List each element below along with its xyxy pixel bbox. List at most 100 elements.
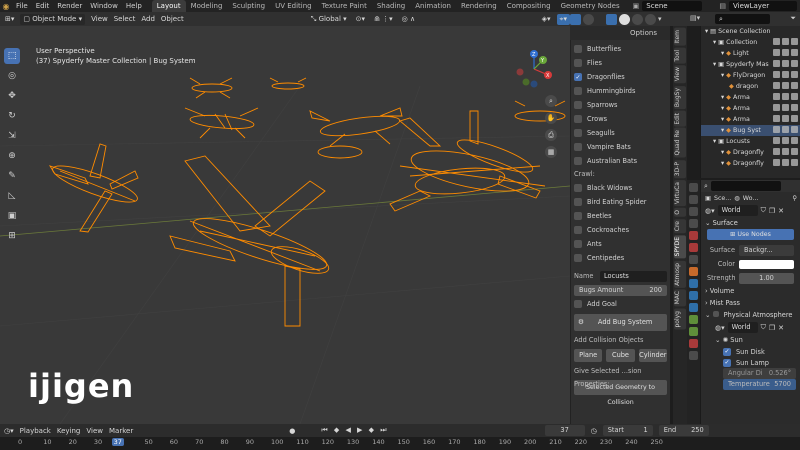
world-tab-icon[interactable] [689,243,698,252]
fly-item-row[interactable]: Vampire Bats [574,140,667,154]
camera-render-icon[interactable] [791,148,798,155]
eye-icon[interactable] [782,115,789,122]
temperature-field[interactable]: Temperature 5700 [723,379,796,390]
view-layer-selector[interactable]: ViewLayer [729,1,797,11]
outliner-row[interactable]: ▾ ▣ Locusts [701,136,800,147]
atmo-fake-user-icon[interactable]: ⛉ [761,323,766,332]
rotate-icon[interactable]: ↻ [4,108,20,124]
timeline-menu-view[interactable]: View [86,427,103,435]
exclude-checkbox-icon[interactable] [773,60,780,67]
material-tab-icon[interactable] [689,339,698,348]
viewport-menu-select[interactable]: Select [111,14,139,25]
surface-shader-field[interactable]: Backgr... [739,244,794,256]
visibility-toggles[interactable] [773,49,798,56]
visibility-toggles[interactable] [773,159,798,166]
eye-icon[interactable] [782,104,789,111]
visibility-toggles[interactable] [773,148,798,155]
texture-tab-icon[interactable] [689,351,698,360]
end-frame-field[interactable]: End 250 [658,425,709,436]
view-layer-tab-icon[interactable] [689,219,698,228]
zoom-icon[interactable]: ⌕ [545,95,557,107]
crawl-item-row[interactable]: Cockroaches [574,223,667,237]
crawl-item-row[interactable]: Ants [574,237,667,251]
volume-panel-header[interactable]: › Volume [701,285,800,297]
sun-lamp-checkbox[interactable]: ✓ [723,358,731,367]
physics-tab-icon[interactable] [689,303,698,312]
editor-type-icon[interactable]: ⊞▾ [2,14,17,25]
world-name-field[interactable]: World [717,205,758,216]
crawl-item-checkbox[interactable] [574,184,582,192]
pin-icon[interactable]: ⚲ [792,195,800,202]
menu-render[interactable]: Render [53,0,86,12]
sidepanel-tab-atmosp[interactable]: Atmosp [674,260,686,288]
eye-icon[interactable] [782,93,789,100]
eye-icon[interactable] [782,126,789,133]
outliner-row[interactable]: ▾ ◆ Bug Syst [701,125,800,136]
outliner-row[interactable]: ▾ ◆ Arma [701,114,800,125]
exclude-checkbox-icon[interactable] [773,126,780,133]
timeline-menu-playback[interactable]: Playback [20,427,51,435]
outliner-row[interactable]: ▾ ◆ Arma [701,92,800,103]
collision-cube-button[interactable]: Cube [606,349,635,362]
duplicate-icon[interactable]: ❐ [769,207,775,215]
visibility-toggles[interactable] [773,93,798,100]
bugs-amount-field[interactable]: Bugs Amount 200 [574,284,667,296]
camera-render-icon[interactable] [791,93,798,100]
exclude-checkbox-icon[interactable] [773,82,780,89]
workspace-tab-sculpting[interactable]: Sculpting [227,0,270,12]
sidepanel-tab-o[interactable]: O [674,208,686,217]
navigation-gizmo[interactable]: Z X Y [513,48,555,90]
strength-field[interactable]: 1.00 [739,272,794,284]
overlay-toggle-icon[interactable] [570,13,581,25]
workspace-tab-texture-paint[interactable]: Texture Paint [317,0,372,12]
sidepanel-tab-edit[interactable]: Edit [674,110,686,127]
workspace-tab-shading[interactable]: Shading [372,0,410,12]
fly-item-row[interactable]: Australian Bats [574,154,667,168]
move-icon[interactable]: ✥ [4,88,20,104]
selected-geometry-button[interactable]: Selected Geometry to Collision [574,380,667,406]
outliner-row[interactable]: ▾ ▣ Collection [701,37,800,48]
xray-toggle-icon[interactable] [583,13,594,25]
crawl-item-checkbox[interactable] [574,212,582,220]
visibility-toggles[interactable] [773,126,798,133]
camera-render-icon[interactable] [791,126,798,133]
crawl-item-row[interactable]: Centipedes [574,251,667,265]
camera-render-icon[interactable] [791,159,798,166]
angular-field[interactable]: Angular Di 0.526° [723,368,796,379]
eye-icon[interactable] [782,137,789,144]
crawl-item-checkbox[interactable] [574,240,582,248]
3d-viewport[interactable] [0,26,570,424]
camera-render-icon[interactable] [791,38,798,45]
camera-render-icon[interactable] [791,49,798,56]
physical-atmosphere-header[interactable]: ⌄ Physical Atmosphere [701,309,800,321]
timeline-menu-marker[interactable]: Marker [109,427,133,435]
add-goal-checkbox[interactable] [574,300,582,308]
fly-item-row[interactable]: Sparrows [574,98,667,112]
color-swatch[interactable] [739,259,794,269]
add-goal-row[interactable]: Add Goal [574,297,667,311]
cursor-icon[interactable]: ◎ [4,68,20,84]
sidepanel-tab-cre[interactable]: Cre [674,218,686,234]
sidepanel-tab-item[interactable]: Item [674,28,686,46]
scene-tab-icon[interactable] [689,231,698,240]
crawl-item-checkbox[interactable] [574,254,582,262]
sidepanel-tab-bugsy[interactable]: BugSy [674,85,686,109]
properties-search[interactable] [710,181,781,191]
menu-help[interactable]: Help [122,0,146,12]
fake-user-icon[interactable]: ⛉ [761,206,766,215]
fly-item-row[interactable]: ✓ Dragonflies [574,70,667,84]
eye-icon[interactable] [782,38,789,45]
outliner-row[interactable]: ▾ ◆ FlyDragon [701,70,800,81]
visibility-icon[interactable]: ◈▾ [539,14,554,25]
fly-item-checkbox[interactable] [574,59,582,67]
outliner-row[interactable]: ▾ ◆ Dragonfly [701,158,800,169]
visibility-toggles[interactable] [773,104,798,111]
visibility-toggles[interactable] [773,71,798,78]
transform-orientation[interactable]: ⤡ Global ▾ [308,14,350,25]
options-label[interactable]: Options [630,29,657,37]
eye-icon[interactable] [782,49,789,56]
sidepanel-tab-spyde[interactable]: SPYDE [674,235,686,259]
exclude-checkbox-icon[interactable] [773,104,780,111]
sun-disk-checkbox[interactable]: ✓ [723,347,731,356]
sun-panel-header[interactable]: ⌄ ✺ Sun [701,334,800,346]
